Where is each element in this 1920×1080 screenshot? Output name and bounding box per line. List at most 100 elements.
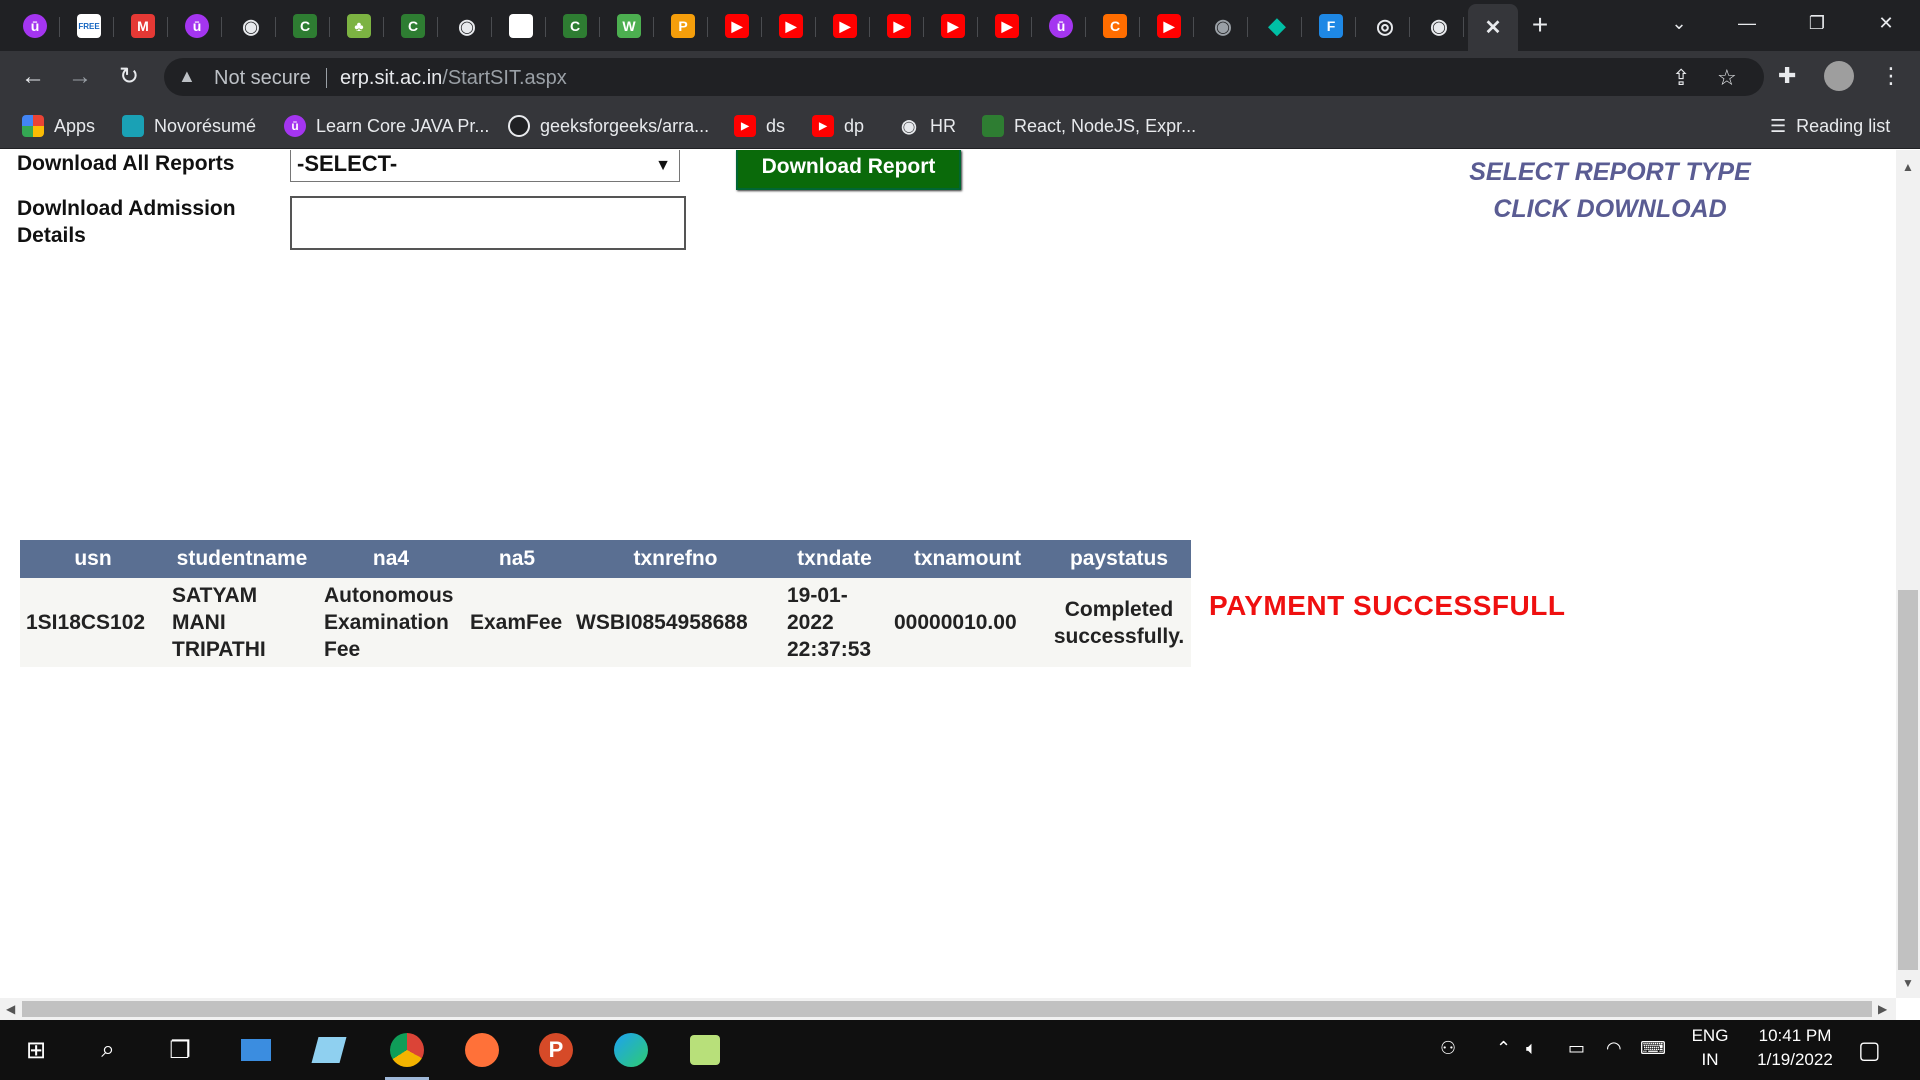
notepad-icon[interactable] — [305, 1028, 353, 1072]
tab-active[interactable]: ✕ — [1468, 4, 1518, 51]
browser-tab[interactable]: ◆ — [1252, 5, 1302, 47]
browser-tab[interactable]: W — [604, 5, 654, 47]
warning-icon[interactable]: ▲ — [178, 66, 196, 87]
bookmark-item[interactable]: ◉ HR — [898, 113, 956, 139]
report-type-select-value: -SELECT- — [297, 151, 398, 176]
minimize-button[interactable]: — — [1727, 8, 1767, 38]
scroll-left-arrow-icon[interactable]: ◀ — [6, 1002, 15, 1016]
codechef-green-icon — [982, 115, 1004, 137]
wifi-icon[interactable]: ◠ — [1606, 1038, 1622, 1059]
horizontal-scrollbar-thumb[interactable] — [22, 1001, 1872, 1017]
clock[interactable]: 10:41 PM 1/19/2022 — [1740, 1026, 1850, 1070]
m-red-icon: M — [131, 14, 155, 38]
report-type-select[interactable]: -SELECT- ▼ — [290, 150, 680, 182]
back-icon[interactable]: ← — [18, 62, 48, 92]
postman-p-icon[interactable]: P — [532, 1028, 580, 1072]
not-secure-label[interactable]: Not secure — [214, 67, 311, 90]
browser-tab[interactable]: ▶ — [928, 5, 978, 47]
udemy-icon: ū — [284, 115, 306, 137]
window-close-button[interactable]: ✕ — [1866, 8, 1906, 38]
browser-tab[interactable]: P — [658, 5, 708, 47]
bookmark-item[interactable]: ▶ ds — [734, 113, 785, 139]
browser-tab[interactable]: ▶ — [1144, 5, 1194, 47]
browser-tab[interactable]: C — [1090, 5, 1140, 47]
battery-icon[interactable]: ▭ — [1568, 1038, 1585, 1059]
browser-tab[interactable]: F — [1306, 5, 1356, 47]
language-indicator[interactable]: ENG IN — [1680, 1026, 1740, 1070]
bookmark-item[interactable]: geeksforgeeks/arra... — [508, 113, 709, 139]
browser-tab[interactable]: FREE — [64, 5, 114, 47]
browser-tab[interactable]: ◉ — [442, 5, 492, 47]
browser-tab[interactable]: ◎ — [1360, 5, 1410, 47]
browser-tab[interactable]: G — [496, 5, 546, 47]
tab-separator — [113, 17, 114, 37]
volume-icon[interactable]: 🔈︎ — [1526, 1038, 1537, 1059]
this-pc-icon[interactable] — [232, 1028, 280, 1072]
search-icon[interactable]: ⌕ — [84, 1028, 132, 1072]
url-text[interactable]: erp.sit.ac.in/StartSIT.aspx — [340, 67, 567, 90]
tab-separator — [545, 17, 546, 37]
bookmark-item[interactable]: React, NodeJS, Expr... — [982, 113, 1196, 139]
transactions-table: usn studentname na4 na5 txnrefno txndate… — [20, 540, 1191, 667]
reading-list-button[interactable]: ☰ Reading list — [1770, 113, 1890, 139]
tray-chevron-up-icon[interactable]: ⌃ — [1496, 1038, 1511, 1059]
browser-tab[interactable]: ◉ — [1414, 5, 1464, 47]
forward-icon[interactable]: → — [65, 62, 95, 92]
restore-button[interactable]: ❐ — [1797, 8, 1837, 38]
address-bar[interactable]: ▲ Not secure erp.sit.ac.in/StartSIT.aspx… — [164, 58, 1764, 96]
close-icon[interactable]: ✕ — [1481, 16, 1505, 40]
url-host: erp.sit.ac.in — [340, 67, 443, 89]
browser-tab[interactable]: C — [280, 5, 330, 47]
cell-line: successfully. — [1053, 624, 1185, 648]
browser-tab[interactable]: M — [118, 5, 168, 47]
bookmark-item[interactable]: ū Learn Core JAVA Pr... — [284, 113, 489, 139]
codechef-green-icon: C — [563, 14, 587, 38]
keyboard-icon[interactable]: ⌨ — [1640, 1038, 1666, 1059]
menu-kebab-icon[interactable]: ⋮ — [1880, 63, 1902, 89]
browser-tab[interactable]: ◉ — [1198, 5, 1248, 47]
tab-separator — [653, 17, 654, 37]
share-icon[interactable]: ⇪ — [1672, 65, 1690, 91]
windows-start-icon[interactable]: ⊞ — [12, 1028, 60, 1072]
scroll-right-arrow-icon[interactable]: ▶ — [1878, 1002, 1887, 1016]
admission-details-field[interactable] — [290, 196, 686, 250]
browser-tab[interactable]: ū — [1036, 5, 1086, 47]
browser-tab[interactable]: ▶ — [982, 5, 1032, 47]
edge-icon[interactable] — [607, 1028, 655, 1072]
scroll-down-arrow-icon[interactable]: ▼ — [1902, 976, 1914, 990]
notification-icon[interactable]: ▢ — [1858, 1036, 1881, 1065]
task-view-icon[interactable]: ❐ — [156, 1028, 204, 1072]
browser-tab[interactable]: ▶ — [820, 5, 870, 47]
cell-na5: ExamFee — [464, 578, 570, 667]
tab-separator — [59, 17, 60, 37]
browser-toolbar: ← → ↻ ▲ Not secure erp.sit.ac.in/StartSI… — [0, 51, 1920, 103]
bookmark-item[interactable]: ▶ dp — [812, 113, 864, 139]
cell-na4: Autonomous Examination Fee — [318, 578, 464, 667]
column-header: usn — [20, 540, 166, 578]
chrome-taskbar-icon[interactable] — [383, 1028, 431, 1080]
browser-tab[interactable]: C — [388, 5, 438, 47]
browser-tab[interactable]: ▶ — [712, 5, 762, 47]
browser-tab[interactable]: ◉ — [226, 5, 276, 47]
firefox-icon[interactable] — [458, 1028, 506, 1072]
vertical-scrollbar-thumb[interactable] — [1898, 590, 1918, 970]
bookmark-star-icon[interactable]: ☆ — [1717, 65, 1737, 91]
profile-avatar[interactable] — [1824, 61, 1854, 91]
people-icon[interactable]: ⚇ — [1440, 1038, 1456, 1059]
bookmark-item[interactable]: Novorésumé — [122, 113, 256, 139]
reload-icon[interactable]: ↻ — [114, 62, 144, 92]
browser-tab[interactable]: C — [550, 5, 600, 47]
browser-tab[interactable]: ▶ — [766, 5, 816, 47]
tab-search-icon[interactable]: ⌄ — [1659, 8, 1699, 38]
browser-tab[interactable]: ▶ — [874, 5, 924, 47]
extensions-icon[interactable]: ✚ — [1778, 63, 1796, 89]
tab-separator — [761, 17, 762, 37]
new-tab-button[interactable]: + — [1525, 10, 1555, 40]
notepadplusplus-icon[interactable] — [681, 1028, 729, 1072]
browser-tab[interactable]: ū — [10, 5, 60, 47]
scroll-up-arrow-icon[interactable]: ▲ — [1902, 160, 1914, 174]
bookmark-item[interactable]: Apps — [22, 113, 95, 139]
browser-tab[interactable]: ū — [172, 5, 222, 47]
browser-tab[interactable]: ♣ — [334, 5, 384, 47]
download-report-button[interactable]: Download Report — [736, 150, 961, 190]
